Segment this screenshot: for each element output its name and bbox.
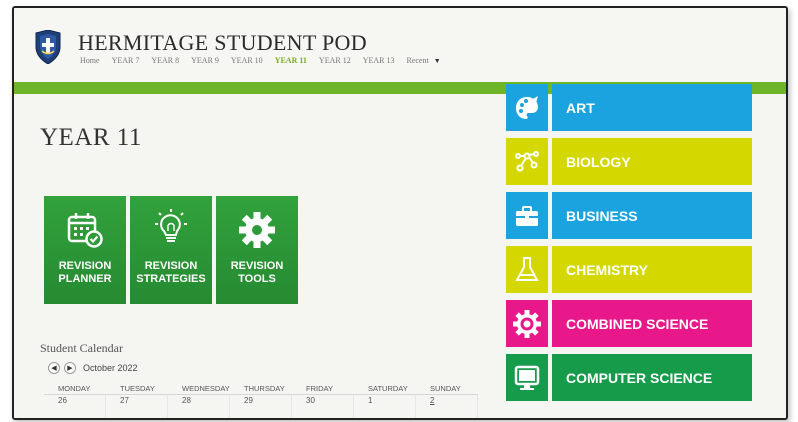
- nav-item-year-8[interactable]: YEAR 8: [151, 56, 179, 65]
- briefcase-icon: [506, 192, 548, 239]
- calendar-prev-icon[interactable]: ◀: [48, 362, 60, 374]
- calendar-day-header: SATURDAY: [368, 384, 408, 393]
- atom-gear-icon: [506, 300, 548, 347]
- calendar-day-cell[interactable]: 28: [168, 394, 230, 418]
- calendar-day-header: FRIDAY: [306, 384, 333, 393]
- nav-item-year-9[interactable]: YEAR 9: [191, 56, 219, 65]
- calendar-week-row: 26 27 28 29 30 1 2: [44, 394, 484, 418]
- palette-icon: [506, 84, 548, 131]
- site-header: HERMITAGE STUDENT POD Home YEAR 7 YEAR 8…: [14, 8, 786, 82]
- flask-icon: [506, 246, 548, 293]
- subject-biology[interactable]: BIOLOGY: [506, 138, 752, 185]
- browser-screenshot-frame: HERMITAGE STUDENT POD Home YEAR 7 YEAR 8…: [12, 6, 788, 420]
- page-title: YEAR 11: [40, 124, 142, 151]
- tile-label-line-2: TOOLS: [238, 273, 276, 285]
- subject-label: CHEMISTRY: [552, 246, 752, 293]
- calendar-day-cell[interactable]: 27: [106, 394, 168, 418]
- gear-icon: [216, 208, 298, 252]
- tile-label-line-2: STRATEGIES: [136, 273, 206, 285]
- revision-planner-tile[interactable]: REVISION PLANNER: [44, 196, 126, 304]
- calendar-day-cell[interactable]: 30: [292, 394, 354, 418]
- subject-label: COMPUTER SCIENCE: [552, 354, 752, 401]
- revision-strategies-tile[interactable]: REVISION STRATEGIES: [130, 196, 212, 304]
- calendar-day-header: TUESDAY: [120, 384, 155, 393]
- tile-label-line-1: REVISION: [144, 260, 198, 272]
- subject-chemistry[interactable]: CHEMISTRY: [506, 246, 752, 293]
- nav-item-home[interactable]: Home: [80, 56, 100, 65]
- nav-item-recent-label: Recent: [406, 56, 429, 65]
- subject-label: ART: [552, 84, 752, 131]
- caret-down-icon: ▼: [433, 57, 441, 65]
- subject-art[interactable]: ART: [506, 84, 752, 131]
- nav-item-year-11[interactable]: YEAR 11: [275, 56, 307, 65]
- nav-item-year-7[interactable]: YEAR 7: [112, 56, 140, 65]
- calendar-day-header: SUNDAY: [430, 384, 461, 393]
- subject-computer-science[interactable]: COMPUTER SCIENCE: [506, 354, 752, 401]
- subject-label: COMBINED SCIENCE: [552, 300, 752, 347]
- monitor-icon: [506, 354, 548, 401]
- nav-item-year-10[interactable]: YEAR 10: [231, 56, 263, 65]
- tile-label: REVISION PLANNER: [44, 260, 126, 286]
- calendar-day-cell[interactable]: 26: [44, 394, 106, 418]
- calendar-day-header: WEDNESDAY: [182, 384, 230, 393]
- molecule-icon: [506, 138, 548, 185]
- calendar-next-icon[interactable]: ▶: [64, 362, 76, 374]
- nav-item-year-12[interactable]: YEAR 12: [319, 56, 351, 65]
- nav-item-recent[interactable]: Recent ▼: [406, 56, 452, 65]
- calendar-day-cell[interactable]: 1: [354, 394, 416, 418]
- site-title[interactable]: HERMITAGE STUDENT POD: [78, 30, 367, 56]
- calendar-grid: MONDAY TUESDAY WEDNESDAY THURSDAY FRIDAY…: [44, 384, 484, 418]
- tile-label-line-1: REVISION: [58, 260, 112, 272]
- top-nav: Home YEAR 7 YEAR 8 YEAR 9 YEAR 10 YEAR 1…: [80, 56, 465, 65]
- calendar-day-header: MONDAY: [58, 384, 91, 393]
- calendar-day-header: THURSDAY: [244, 384, 285, 393]
- calendar-header-row: MONDAY TUESDAY WEDNESDAY THURSDAY FRIDAY…: [44, 384, 484, 394]
- subject-combined-science[interactable]: COMBINED SCIENCE: [506, 300, 752, 347]
- calendar-day-cell-today[interactable]: 2: [416, 394, 478, 418]
- subject-business[interactable]: BUSINESS: [506, 192, 752, 239]
- school-crest-icon[interactable]: [34, 30, 62, 64]
- calendar-check-icon: [44, 208, 126, 252]
- calendar-day-cell[interactable]: 29: [230, 394, 292, 418]
- tile-label: REVISION TOOLS: [216, 260, 298, 286]
- tile-label: REVISION STRATEGIES: [130, 260, 212, 286]
- calendar-month-label: October 2022: [83, 363, 138, 373]
- tile-label-line-1: REVISION: [230, 260, 284, 272]
- revision-tools-tile[interactable]: REVISION TOOLS: [216, 196, 298, 304]
- subject-list: ART BIOLOGY BUSINESS CHEMISTRY COMBINED …: [506, 84, 752, 408]
- subject-label: BIOLOGY: [552, 138, 752, 185]
- calendar-nav: ◀ ▶ October 2022: [48, 362, 138, 374]
- subject-label: BUSINESS: [552, 192, 752, 239]
- nav-item-year-13[interactable]: YEAR 13: [363, 56, 395, 65]
- tile-label-line-2: PLANNER: [58, 273, 112, 285]
- calendar-title: Student Calendar: [40, 341, 123, 355]
- lightbulb-icon: [130, 208, 212, 252]
